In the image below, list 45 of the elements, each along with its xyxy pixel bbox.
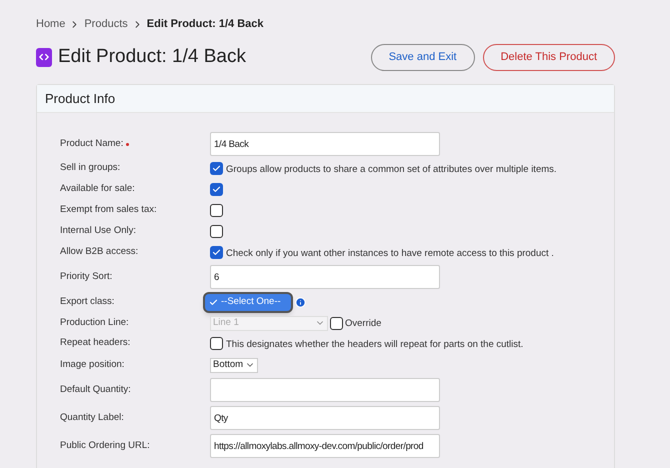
check-icon [209, 298, 218, 306]
text-field[interactable]: 6 [210, 265, 440, 289]
checkbox[interactable] [210, 183, 223, 196]
field-label: Public Ordering URL: [60, 438, 150, 453]
save-button[interactable]: Save and Exit [370, 44, 475, 70]
code-icon [39, 52, 49, 62]
checkbox[interactable] [210, 204, 223, 217]
field-label: Internal Use Only: [60, 224, 136, 238]
help-text: Groups allow products to share a common set of attributes over multiple items. [226, 162, 557, 177]
checkbox-label: Override [345, 316, 382, 331]
info-icon [295, 296, 306, 308]
text-field[interactable]: https://allmoxylabs.allmoxy-dev.com/public/order/prod [210, 434, 440, 458]
dropdown-option[interactable]: --Select One-- [205, 294, 291, 310]
field-label: Priority Sort: [60, 270, 112, 284]
field-label: Available for sale: [60, 182, 135, 196]
check-icon [212, 185, 221, 194]
help-text: Check only if you want other instances to have remote access to this product . [226, 246, 554, 261]
checkbox[interactable] [210, 246, 223, 259]
field-label: Image position: [60, 358, 124, 372]
field-label: Exempt from sales tax: [60, 203, 157, 218]
field-label: Production Line: [60, 316, 129, 330]
field-label: Sell in groups: [60, 161, 120, 176]
breadcrumb-link[interactable]: Home [36, 16, 66, 32]
field-label: Repeat headers: [60, 336, 130, 350]
checkbox[interactable] [330, 316, 343, 330]
dropdown[interactable]: Bottom [210, 358, 258, 372]
text-field[interactable]: 1/4 Back [210, 132, 440, 156]
field-label: Product Name: [60, 136, 124, 151]
delete-button[interactable]: Delete This Product [482, 44, 615, 70]
check-icon [212, 248, 221, 257]
checkbox[interactable] [210, 162, 223, 175]
field-label: Default Quantity: [60, 382, 131, 397]
checkbox[interactable] [210, 225, 223, 238]
text-field[interactable] [210, 378, 440, 402]
page-title: Edit Product: 1/4 Back [58, 44, 246, 69]
text-field[interactable]: Qty [210, 406, 440, 430]
checkbox[interactable] [210, 337, 223, 350]
field-label: Allow B2B access: [60, 245, 138, 260]
field-label: Export class: [60, 294, 114, 309]
check-icon [212, 164, 221, 173]
field-label: Quantity Label: [60, 410, 124, 425]
breadcrumb-link[interactable]: Products [84, 16, 128, 32]
breadcrumb-current: Edit Product: 1/4 Back [146, 16, 264, 32]
panel-title: Product Info [45, 90, 116, 108]
help-text: This designates whether the headers will repeat for parts on the cutlist. [226, 338, 524, 352]
